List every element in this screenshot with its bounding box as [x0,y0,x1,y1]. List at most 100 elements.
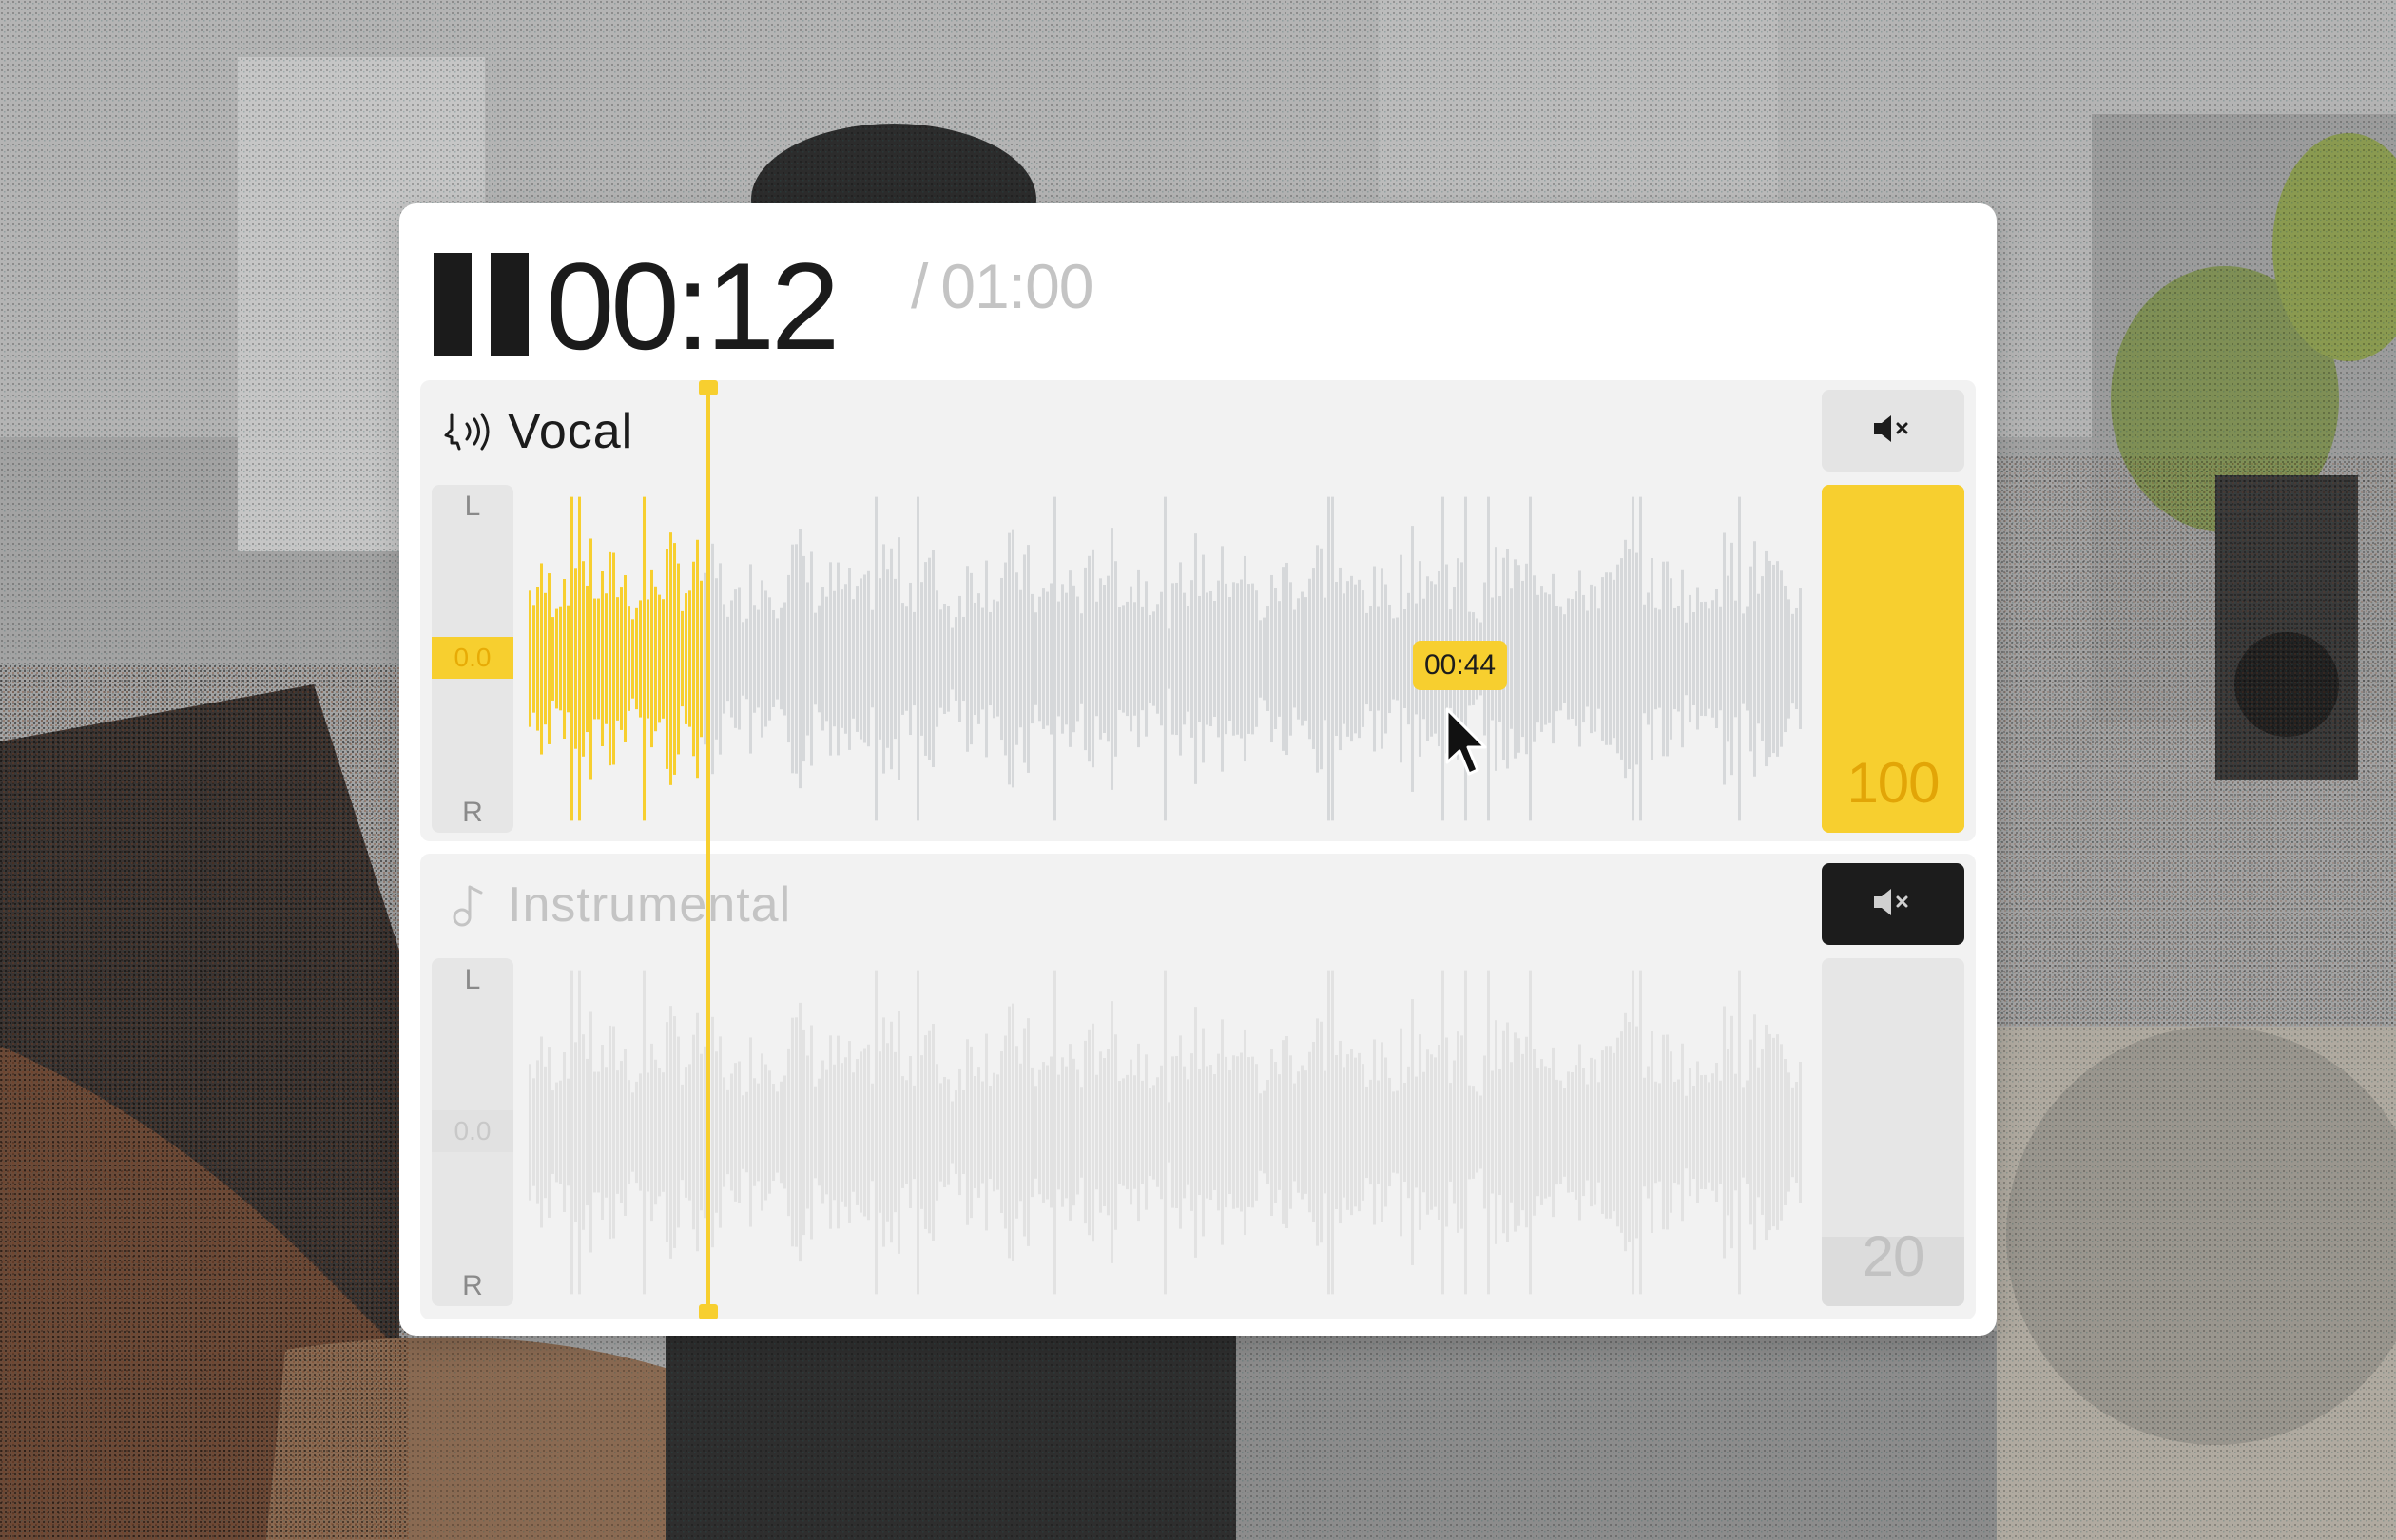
waveform-bar [1335,582,1338,736]
waveform-bar [1312,568,1315,749]
waveform-bar [609,1025,611,1240]
waveform-instrumental[interactable] [529,958,1803,1306]
waveform-bar [1673,1081,1676,1184]
waveform-bar [654,586,657,732]
waveform-bar [597,598,600,720]
waveform-bar [1343,1067,1345,1198]
waveform-bar [1601,1050,1604,1214]
volume-slider[interactable]: 20 [1822,958,1964,1306]
waveform-bar [1293,1083,1296,1182]
waveform-bar [1046,591,1049,726]
pan-slider[interactable]: L 0.0 R [432,958,513,1306]
waveform-bar [1422,1071,1425,1193]
waveform-bar [1069,1044,1072,1221]
waveform-bar [1407,1066,1410,1199]
waveform-bar [624,575,627,742]
waveform-bar [1232,1055,1235,1209]
waveform-bar [1552,1047,1555,1218]
waveform-bar [647,599,649,719]
waveform-bar [1715,1063,1718,1202]
hover-time-tooltip: 00:44 [1413,641,1508,690]
waveform-bar [1400,554,1402,763]
waveform-bar [905,606,908,711]
waveform-bar [1141,606,1144,711]
waveform-bar [738,1061,741,1203]
waveform-bar [1441,970,1444,1295]
waveform-bar [666,1022,668,1242]
waveform-bar [1586,610,1589,707]
waveform-bar [962,1089,965,1175]
waveform-bar [1666,561,1669,757]
waveform-bar [764,590,767,727]
pan-slider[interactable]: L 0.0 R [432,485,513,833]
waveform-bar [772,610,775,707]
waveform-bar [780,607,783,710]
waveform-vocal[interactable] [529,485,1803,833]
waveform-bar [848,1041,851,1223]
waveform-bar [1533,1049,1536,1216]
waveform-bar [1187,1079,1189,1185]
mute-button[interactable] [1822,863,1964,945]
waveform-bar [574,1042,577,1222]
waveform-bar [909,1055,912,1209]
mute-button[interactable] [1822,390,1964,472]
waveform-bar [1270,574,1273,743]
waveform-bar [1536,594,1539,723]
volume-slider[interactable]: 100 [1822,485,1964,833]
waveform-bar [799,1002,802,1262]
waveform-bar [1403,1083,1406,1182]
waveform-bar [795,1017,798,1247]
waveform-bar [658,594,661,723]
waveform-bar [1092,1023,1094,1242]
waveform-bar [795,544,798,774]
waveform-bar [852,1072,855,1192]
playhead-handle-top[interactable] [699,380,718,395]
waveform-bar [1259,1093,1262,1171]
waveform-bar [1031,1067,1034,1198]
waveform-bar [1092,549,1094,768]
waveform-bar [825,1069,828,1195]
waveform-bar [753,605,756,713]
waveform-bar [540,563,543,755]
waveform-bar [1460,1035,1463,1229]
waveform-bar [802,1029,805,1236]
waveform-bar [1651,1031,1653,1233]
waveform-bar [681,610,684,707]
waveform-bar [1559,606,1562,711]
waveform-bar [631,619,634,699]
waveform-bar [1666,1034,1669,1230]
waveform-bar [1282,567,1285,751]
waveform-bar [1795,607,1798,710]
waveform-bar [1677,1079,1680,1185]
waveform-bar [1392,618,1395,700]
waveform-bar [1103,584,1106,734]
waveform-bar [753,1078,756,1186]
waveform-bar [890,548,893,770]
waveform-bar [1171,1056,1174,1208]
waveform-bar [768,597,771,721]
pause-button[interactable] [434,253,529,356]
waveform-bar [1426,1049,1429,1215]
playhead-handle-bottom[interactable] [699,1304,718,1319]
waveform-bar [711,543,714,775]
waveform-bar [951,1101,954,1164]
waveform-bar [540,1036,543,1228]
waveform-bar [1430,1054,1433,1210]
waveform-bar [1514,1032,1517,1232]
waveform-bar [1742,613,1745,704]
waveform-bar [1259,620,1262,698]
waveform-bar [662,1072,665,1192]
waveform-bar [1308,578,1311,740]
waveform-bar [1597,1082,1600,1183]
waveform-bar [1095,601,1098,717]
waveform-bar [1749,566,1752,752]
waveform-bar [1289,582,1292,736]
waveform-bar [612,552,615,765]
waveform-bar [536,1060,539,1204]
waveform-bar [536,587,539,731]
waveform-bar [901,1076,904,1188]
playhead[interactable] [699,380,718,1319]
waveform-bar [1685,1095,1688,1169]
waveform-bar [1578,1044,1581,1221]
waveform-bar [1008,1006,1011,1259]
